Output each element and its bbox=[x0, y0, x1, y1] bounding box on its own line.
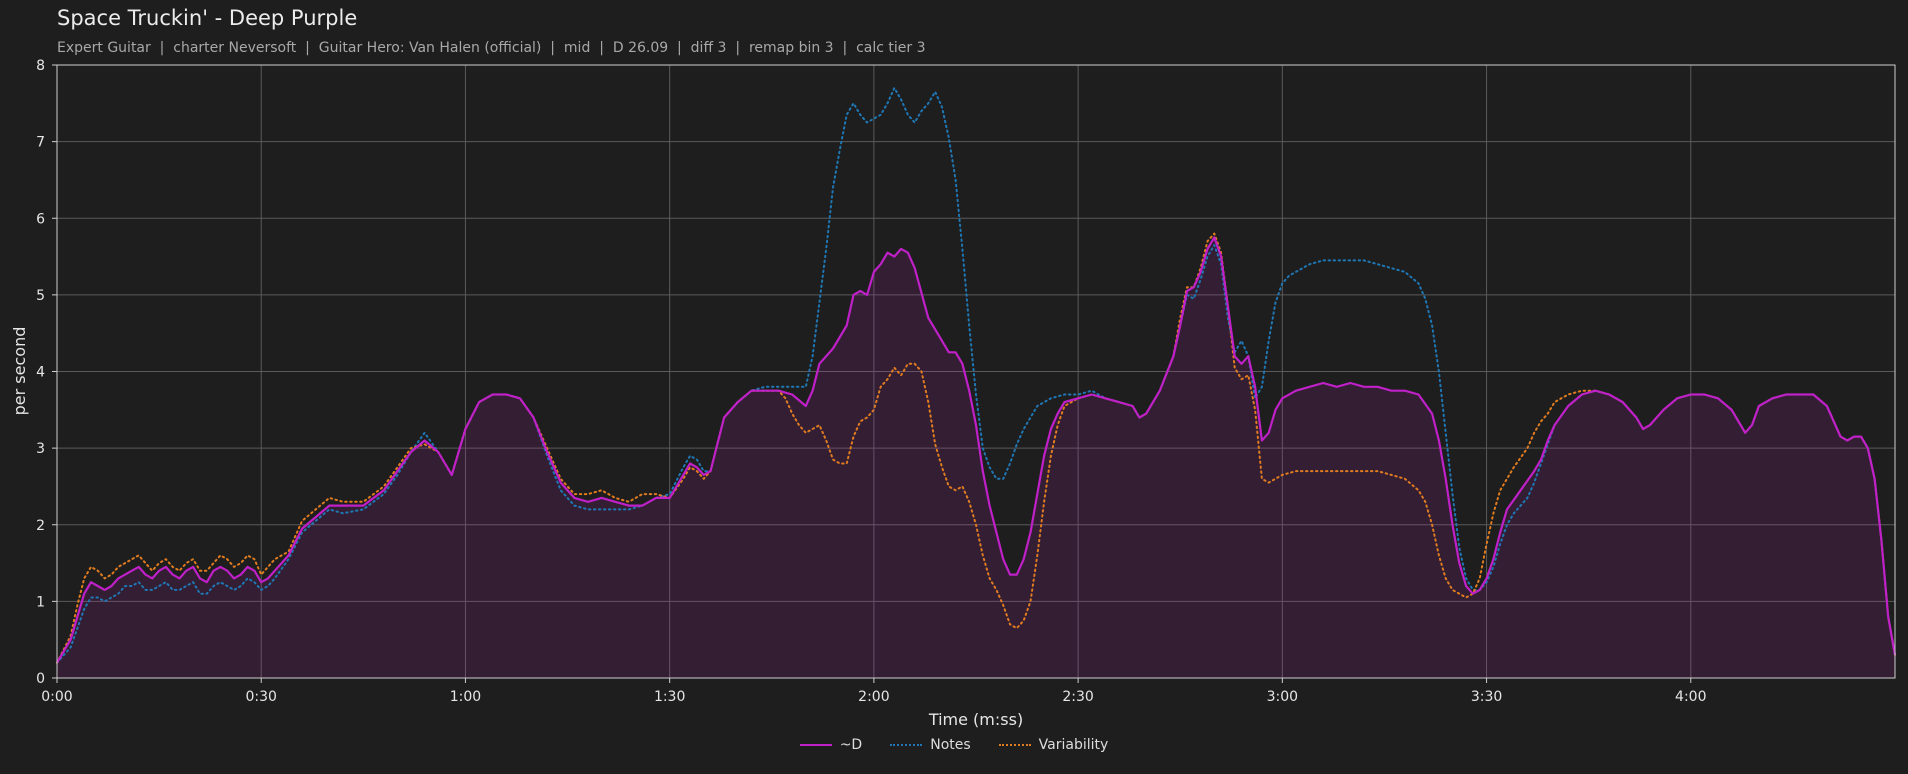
legend: ~D Notes Variability bbox=[0, 737, 1908, 753]
legend-item-variability: Variability bbox=[998, 737, 1109, 753]
y-tick-label: 6 bbox=[36, 211, 45, 227]
y-tick-label: 4 bbox=[36, 365, 45, 381]
x-tick-label: 2:30 bbox=[1062, 689, 1093, 705]
legend-swatch bbox=[890, 744, 923, 746]
y-tick-label: 0 bbox=[36, 671, 45, 687]
x-tick-label: 4:00 bbox=[1675, 689, 1706, 705]
y-tick-label: 3 bbox=[36, 441, 45, 457]
y-tick-label: 5 bbox=[36, 288, 45, 304]
x-tick-label: 3:00 bbox=[1267, 689, 1298, 705]
x-tick-label: 1:30 bbox=[654, 689, 685, 705]
y-axis-label: per second bbox=[10, 327, 29, 416]
x-axis-label: Time (m:ss) bbox=[928, 710, 1023, 729]
legend-label: ~D bbox=[839, 737, 863, 753]
legend-item-d: ~D bbox=[799, 737, 863, 753]
legend-swatch bbox=[998, 744, 1031, 746]
legend-item-notes: Notes bbox=[890, 737, 971, 753]
x-tick-label: 0:00 bbox=[41, 689, 72, 705]
x-tick-label: 0:30 bbox=[245, 689, 276, 705]
legend-swatch bbox=[799, 744, 832, 746]
x-tick-label: 1:00 bbox=[450, 689, 481, 705]
x-tick-label: 3:30 bbox=[1471, 689, 1502, 705]
x-tick-label: 2:00 bbox=[858, 689, 889, 705]
legend-label: Notes bbox=[930, 737, 971, 753]
y-tick-label: 2 bbox=[36, 518, 45, 534]
y-tick-label: 1 bbox=[36, 594, 45, 610]
chart-canvas: 0:00 0:30 1:00 1:30 2:00 2:30 3:00 3:30 4:00 0 1 2 3… bbox=[10, 58, 1897, 729]
y-tick-label: 8 bbox=[36, 58, 45, 74]
y-tick-label: 7 bbox=[36, 135, 45, 151]
legend-label: Variability bbox=[1038, 737, 1109, 753]
